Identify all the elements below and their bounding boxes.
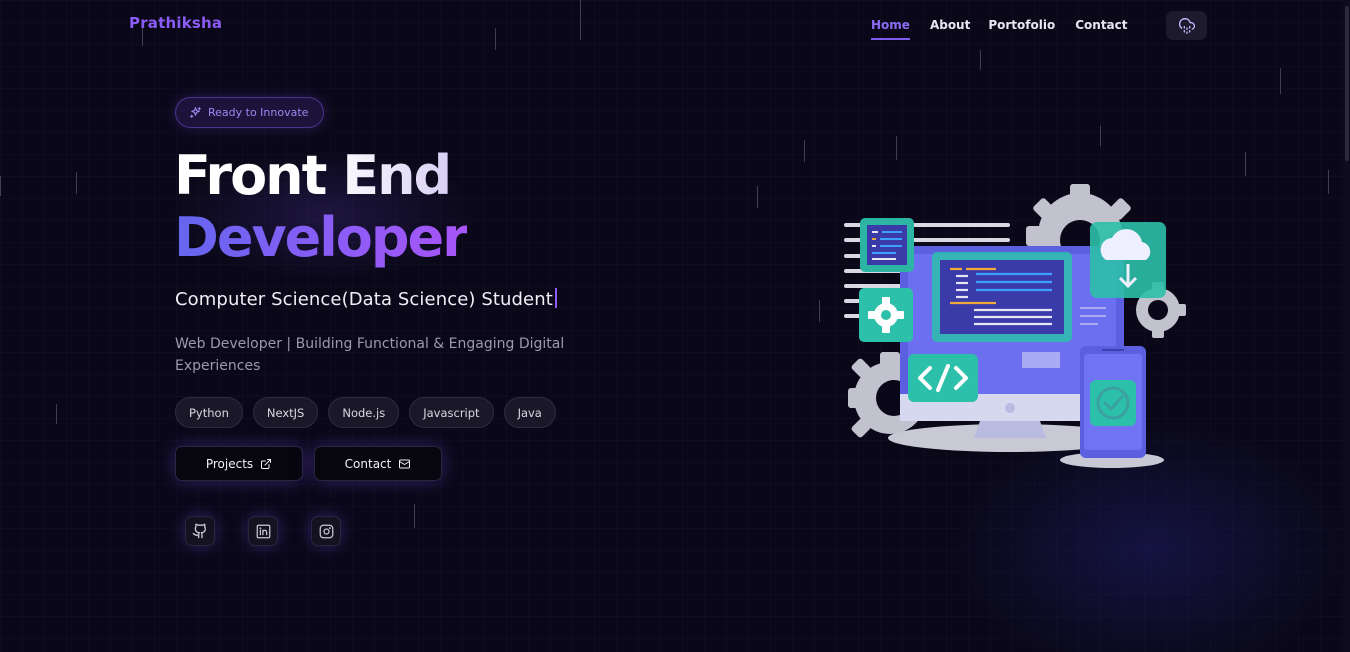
typing-caret <box>554 288 557 308</box>
social-links <box>185 516 374 546</box>
contact-button[interactable]: Contact <box>314 446 442 481</box>
contact-button-label: Contact <box>344 456 392 471</box>
instagram-link[interactable] <box>311 516 341 546</box>
hero-subtitle: Computer Science(Data Science) Student <box>175 288 557 310</box>
cloud-rain-icon <box>1178 17 1195 34</box>
skill-chip: Java <box>503 397 556 428</box>
instagram-icon <box>319 524 333 538</box>
linkedin-icon <box>256 524 270 538</box>
subtitle-text: Computer Science(Data Science) Student <box>175 289 553 310</box>
linkedin-link[interactable] <box>248 516 278 546</box>
projects-button-label: Projects <box>205 456 254 471</box>
cta-buttons: Projects Contact <box>175 446 453 481</box>
skill-chip: Javascript <box>409 397 494 428</box>
developer-illustration <box>844 184 1186 468</box>
external-link-icon <box>261 458 272 469</box>
skill-chip: Python <box>175 397 243 428</box>
hero-description: Web Developer | Building Functional & En… <box>175 336 565 374</box>
nav-about[interactable]: About <box>930 18 970 40</box>
github-icon <box>192 523 207 539</box>
hero-title-line2: Developer <box>174 206 469 269</box>
nav-home[interactable]: Home <box>871 18 910 40</box>
skill-chip: Node.js <box>328 397 400 428</box>
mail-icon <box>399 459 411 468</box>
nav-portfolio[interactable]: Portofolio <box>988 18 1055 40</box>
badge-label: Ready to Innovate <box>208 106 309 119</box>
skill-chip: NextJS <box>252 397 319 428</box>
theme-toggle-button[interactable] <box>1166 11 1207 40</box>
github-link[interactable] <box>185 516 215 546</box>
scrollbar[interactable] <box>1344 0 1350 652</box>
hero-title-line1: Front End <box>174 144 452 207</box>
nav-contact[interactable]: Contact <box>1075 18 1127 40</box>
top-nav: Prathiksha Home About Portofolio Contact <box>0 0 1350 52</box>
nav-links: Home About Portofolio Contact <box>871 18 1148 40</box>
status-badge: Ready to Innovate <box>175 97 324 128</box>
sparkles-icon <box>190 107 201 118</box>
logo[interactable]: Prathiksha <box>129 14 222 32</box>
projects-button[interactable]: Projects <box>175 446 303 481</box>
skills-list: Python NextJS Node.js Javascript Java <box>175 397 566 428</box>
